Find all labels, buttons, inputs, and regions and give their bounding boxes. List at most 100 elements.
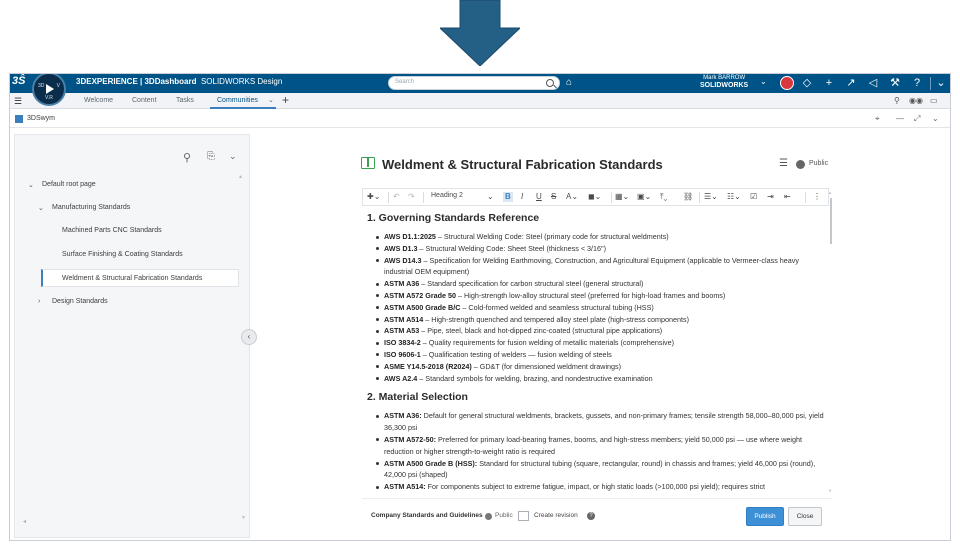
tab-content[interactable]: Content (132, 97, 157, 104)
tab-tasks[interactable]: Tasks (176, 97, 194, 104)
tools-icon[interactable]: ⚒ (888, 76, 902, 90)
chevron-down-icon[interactable]: ⌄ (932, 114, 939, 123)
tag-icon[interactable]: ⌖ (875, 114, 880, 124)
create-revision-label[interactable]: Create revision (534, 512, 578, 519)
book-icon (361, 157, 375, 169)
app-brand: 3DEXPERIENCE | 3DDashboard (76, 77, 197, 86)
send-icon[interactable]: ◁ (866, 76, 880, 90)
search-people-icon[interactable]: ⚲ (894, 96, 900, 105)
bold-icon[interactable]: B (505, 192, 511, 201)
font-color-icon[interactable]: A⌄ (566, 192, 578, 201)
list-item: ASTM A572 Grade 50 – High-strength low-a… (374, 290, 827, 302)
create-revision-checkbox[interactable] (518, 511, 529, 521)
down-arrow-graphic (440, 0, 520, 66)
menu-icon[interactable]: ☰ (779, 158, 788, 169)
table-icon[interactable]: ▦⌄ (615, 192, 629, 201)
link-icon[interactable]: ⛓ (683, 192, 693, 201)
underline-icon[interactable]: U (536, 192, 542, 201)
help-icon[interactable]: ? (910, 76, 924, 90)
close-button[interactable]: Close (788, 507, 822, 526)
list-item: AWS A2.4 – Standard symbols for welding,… (374, 373, 827, 385)
collapse-sidebar-button[interactable]: ‹ (241, 329, 257, 345)
toolbar-divider (699, 192, 700, 203)
chevron-right-icon[interactable]: › (38, 298, 40, 305)
page-title: Weldment & Structural Fabrication Standa… (382, 157, 663, 172)
redo-icon[interactable]: ↷ (408, 192, 415, 201)
compass-button[interactable]: 3D V V.R (32, 74, 66, 106)
tag-shape-icon[interactable]: ◇ (800, 76, 814, 90)
standards-list: AWS D1.1:2025 – Structural Welding Code:… (374, 231, 827, 384)
ds-logo-icon: 3Ŝ (12, 75, 26, 87)
user-menu[interactable]: Mark BARROW SOLIDWORKS (700, 75, 748, 89)
bullet-list-icon[interactable]: ☰⌄ (704, 192, 718, 201)
highlight-icon[interactable]: ◼⌄ (588, 192, 601, 201)
scroll-up-icon[interactable]: ▲ (828, 190, 832, 195)
chevron-down-icon[interactable]: ⌄ (268, 96, 274, 104)
list-item: ASTM A36: Default for general structural… (374, 410, 827, 434)
present-icon[interactable]: ▭ (930, 96, 938, 105)
search-icon[interactable]: ⚲ (183, 151, 191, 164)
footer-divider (362, 498, 832, 499)
calendar-icon[interactable]: ▣⌄ (637, 192, 651, 201)
chevron-down-icon[interactable]: ⌄ (38, 204, 44, 212)
editor-content[interactable]: 1. Governing Standards Reference AWS D1.… (362, 208, 827, 498)
app-window: 3Ŝ 3D V V.R 3DEXPERIENCE | 3DDashboard S… (9, 73, 951, 541)
share-icon[interactable]: ↗ (844, 76, 858, 90)
outdent-icon[interactable]: ⇤ (784, 192, 791, 201)
search-input[interactable]: Search (388, 76, 560, 90)
share-view-icon[interactable]: ◉◉ (909, 96, 923, 105)
widget-header: 3DSwym ⌖ — ⤢ ⌄ (10, 110, 950, 128)
toolbar-divider (611, 192, 612, 203)
tree-item-surface-finishing[interactable]: Surface Finishing & Coating Standards (62, 251, 183, 258)
list-item: ASME Y14.5-2018 (R2024) – GD&T (for dime… (374, 361, 827, 373)
scroll-down-icon[interactable]: ▼ (828, 488, 832, 493)
tab-communities[interactable]: Communities (217, 97, 258, 104)
chevron-down-icon[interactable]: ⌄ (760, 77, 767, 86)
list-item: ASTM A500 Grade B/C – Cold-formed welded… (374, 302, 827, 314)
strikethrough-icon[interactable]: S (551, 192, 556, 201)
minimize-icon[interactable]: — (896, 114, 904, 123)
insert-icon[interactable]: ✚⌄ (367, 192, 380, 201)
chevron-down-icon[interactable]: ⌄ (229, 151, 237, 162)
chevron-down-icon[interactable]: ⌄ (934, 76, 948, 90)
compass-v-label: V (56, 83, 60, 89)
section-heading-2: 2. Material Selection (367, 391, 468, 404)
indent-icon[interactable]: ⇥ (767, 192, 774, 201)
list-item: ASTM A514: For components subject to ext… (374, 481, 827, 493)
user-name: Mark BARROW (703, 75, 746, 81)
menu-icon[interactable]: ☰ (14, 96, 22, 107)
tree-item-design[interactable]: Design Standards (52, 298, 108, 305)
checklist-icon[interactable]: ☑ (750, 192, 757, 201)
undo-icon[interactable]: ↶ (393, 192, 400, 201)
upload-icon[interactable]: ⤒⌄ (660, 192, 667, 202)
list-item: ASTM A500 Grade B (HSS): Standard for st… (374, 458, 827, 482)
tag-icon[interactable]: ⌂ (566, 77, 572, 88)
publish-button[interactable]: Publish (746, 507, 784, 526)
scroll-down-icon[interactable]: ▼ (241, 515, 246, 521)
help-icon[interactable]: ? (587, 512, 595, 520)
search-icon[interactable] (546, 79, 554, 87)
italic-icon[interactable]: I (521, 192, 523, 201)
avatar[interactable] (780, 76, 794, 90)
chevron-down-icon[interactable]: ⌄ (487, 192, 494, 201)
new-page-icon[interactable]: ⎘ (207, 151, 215, 162)
add-tab-icon[interactable]: + (282, 93, 289, 107)
numbered-list-icon[interactable]: ☷⌄ (727, 192, 741, 201)
heading-select[interactable]: Heading 2 (431, 192, 463, 199)
chevron-down-icon[interactable]: ⌄ (28, 181, 34, 189)
list-item: ASTM A36 – Standard specification for ca… (374, 278, 827, 290)
add-icon[interactable]: + (822, 76, 836, 90)
scroll-left-icon[interactable]: ◂ (23, 518, 26, 525)
tree-item-manufacturing[interactable]: Manufacturing Standards (52, 204, 130, 211)
tree-item-cnc[interactable]: Machined Parts CNC Standards (62, 227, 162, 234)
list-item: AWS D1.3 – Structural Welding Code: Shee… (374, 243, 827, 255)
tree-item-weldment[interactable]: Weldment & Structural Fabrication Standa… (62, 275, 202, 282)
tab-welcome[interactable]: Welcome (84, 97, 113, 104)
scroll-up-icon[interactable]: ▲ (238, 174, 243, 180)
scrollbar-thumb[interactable] (830, 198, 832, 244)
more-options-icon[interactable]: ⋮ (813, 192, 821, 201)
tree-item-default-root[interactable]: Default root page (42, 181, 96, 188)
compass-version: V.R (45, 95, 53, 101)
visibility-label: Public (809, 160, 829, 167)
maximize-icon[interactable]: ⤢ (914, 114, 920, 124)
